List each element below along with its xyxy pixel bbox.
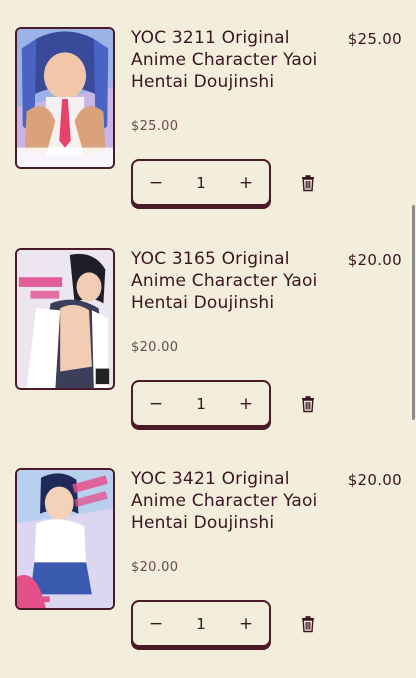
minus-icon: − xyxy=(148,172,164,193)
unit-price: $25.00 xyxy=(131,119,179,134)
quantity-stepper: − 1 + xyxy=(131,600,271,647)
quantity-stepper: − 1 + xyxy=(131,159,271,206)
quantity-stepper: − 1 + xyxy=(131,380,271,427)
quantity-input[interactable]: 1 xyxy=(179,615,223,633)
plus-icon: + xyxy=(238,172,254,193)
product-title[interactable]: YOC 3421 Original Anime Character Yaoi H… xyxy=(131,468,331,534)
cover-art-1 xyxy=(17,29,113,167)
line-total: $20.00 xyxy=(347,471,402,489)
increase-quantity-button[interactable]: + xyxy=(223,161,269,204)
plus-icon: + xyxy=(238,393,254,414)
line-total: $25.00 xyxy=(347,30,402,48)
cart-item: YOC 3165 Original Anime Character Yaoi H… xyxy=(0,221,416,441)
product-title[interactable]: YOC 3165 Original Anime Character Yaoi H… xyxy=(131,248,331,314)
cart-item: YOC 3421 Original Anime Character Yaoi H… xyxy=(0,441,416,661)
plus-icon: + xyxy=(238,613,254,634)
line-total: $20.00 xyxy=(347,251,402,269)
cover-art-2 xyxy=(17,250,113,388)
increase-quantity-button[interactable]: + xyxy=(223,602,269,645)
cart-item: YOC 3211 Original Anime Character Yaoi H… xyxy=(0,0,416,220)
unit-price: $20.00 xyxy=(131,560,179,575)
trash-icon[interactable] xyxy=(299,615,317,633)
decrease-quantity-button[interactable]: − xyxy=(133,382,179,425)
trash-icon[interactable] xyxy=(299,174,317,192)
scrollbar-thumb[interactable] xyxy=(412,205,415,420)
decrease-quantity-button[interactable]: − xyxy=(133,161,179,204)
product-image[interactable] xyxy=(15,248,115,390)
decrease-quantity-button[interactable]: − xyxy=(133,602,179,645)
product-image[interactable] xyxy=(15,27,115,169)
quantity-input[interactable]: 1 xyxy=(179,174,223,192)
minus-icon: − xyxy=(148,393,164,414)
product-image[interactable] xyxy=(15,468,115,610)
minus-icon: − xyxy=(148,613,164,634)
trash-icon[interactable] xyxy=(299,395,317,413)
cover-art-3 xyxy=(17,470,113,608)
cart-item-list: YOC 3211 Original Anime Character Yaoi H… xyxy=(0,0,416,678)
quantity-input[interactable]: 1 xyxy=(179,395,223,413)
unit-price: $20.00 xyxy=(131,340,179,355)
increase-quantity-button[interactable]: + xyxy=(223,382,269,425)
product-title[interactable]: YOC 3211 Original Anime Character Yaoi H… xyxy=(131,27,331,93)
